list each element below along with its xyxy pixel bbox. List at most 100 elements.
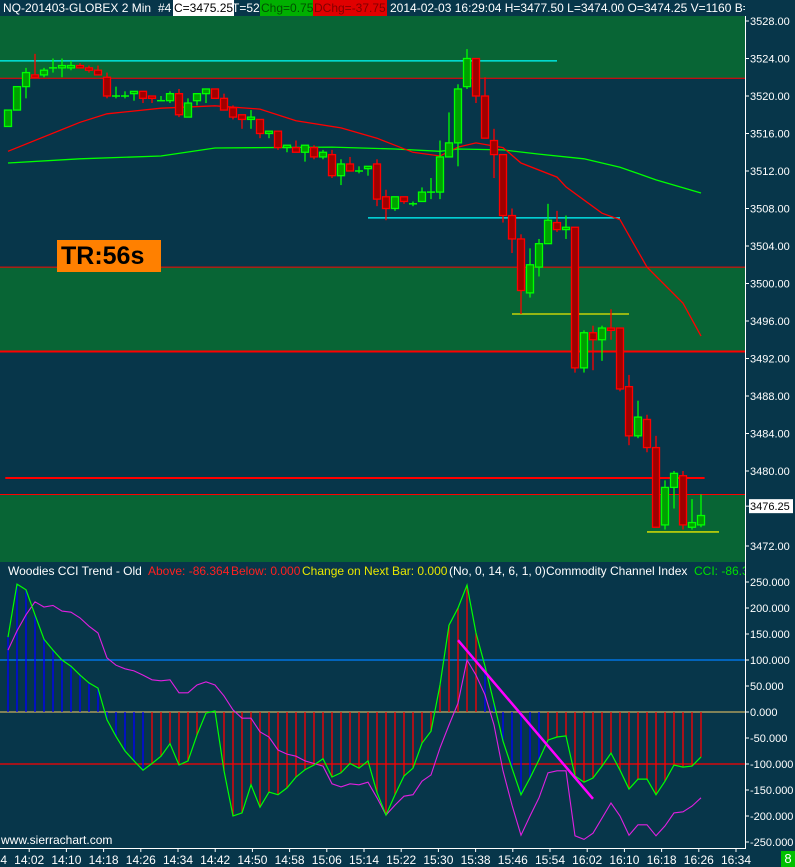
candle	[480, 77, 490, 139]
candle-body	[363, 165, 373, 170]
cci-tick-label: 150.000	[750, 629, 790, 641]
time-tick-label: 16:34	[721, 853, 751, 867]
time-axis: 13:54 14:02 14:10 14:18 14:26 14:34 14:42 14:50…	[0, 848, 751, 867]
candle-body	[570, 226, 580, 369]
chart-number: #4	[158, 1, 172, 15]
candle-body	[597, 327, 607, 341]
tcci-line	[7, 601, 702, 841]
price-tick-label: 3500.00	[750, 279, 790, 291]
time-tick-label: 16:10	[609, 853, 639, 867]
price-tick-label: 3472.00	[750, 541, 790, 553]
candle-body	[534, 243, 544, 268]
candle	[246, 110, 256, 129]
current-price-label: 3476.25	[750, 501, 790, 513]
candle	[678, 471, 688, 530]
candle-body	[282, 144, 292, 149]
candle-body	[453, 88, 463, 144]
cci-tick-label: 200.000	[750, 603, 790, 615]
price-pane	[0, 16, 745, 560]
cci-tick-label: -150.000	[750, 785, 793, 797]
candle-body	[75, 64, 85, 69]
candle-body	[399, 196, 409, 203]
candle-body	[165, 93, 175, 102]
price-tick-label: 3488.00	[750, 391, 790, 403]
candle	[561, 215, 571, 239]
price-tick-label: 3480.00	[750, 466, 790, 478]
price-tick-label: 3528.00	[750, 16, 790, 28]
candle-body	[39, 69, 49, 76]
close-value: C=3475.25	[173, 0, 235, 16]
candle-body	[543, 219, 553, 245]
candle	[489, 128, 499, 179]
candle-body	[678, 475, 688, 526]
daily-change-value: DChg=-37.75	[313, 0, 387, 16]
candle	[570, 226, 580, 373]
cci-below-value: Below: 0.000	[231, 564, 301, 578]
candle	[264, 130, 274, 139]
candle-body	[498, 153, 508, 217]
price-axis: 3528.00 3524.00 3520.00 3516.00 3512.00 3508.…	[745, 16, 793, 553]
candle	[157, 96, 165, 102]
candle	[444, 112, 454, 158]
candle-body	[219, 97, 229, 111]
candle-body	[309, 146, 319, 158]
cci-value: CCI: -86.364	[694, 564, 745, 578]
chart-number-badge[interactable]: 8	[781, 851, 795, 867]
candle-body	[12, 85, 22, 111]
candle-body	[138, 90, 148, 99]
candle-body	[237, 114, 247, 121]
candle-body	[624, 385, 634, 437]
time-tick-label: 14:10	[51, 853, 81, 867]
candle	[624, 374, 634, 446]
candle	[453, 84, 463, 167]
candle-body	[228, 107, 238, 118]
candle-body	[588, 332, 598, 341]
candle-body	[318, 151, 328, 158]
candle-body	[291, 146, 301, 153]
watermark: www.sierrachart.com	[1, 833, 113, 847]
candle	[201, 88, 211, 104]
candle	[435, 140, 445, 200]
price-tick-label: 3496.00	[750, 316, 790, 328]
candle	[345, 156, 355, 172]
candle-body	[93, 69, 103, 76]
candle	[282, 144, 292, 153]
candle-body	[372, 163, 382, 200]
candle	[409, 201, 417, 207]
candle	[427, 178, 435, 200]
time-tick-label: 16:26	[684, 853, 714, 867]
price-tick-label: 3492.00	[750, 354, 790, 366]
candle-body	[201, 88, 211, 95]
cci-pane	[0, 582, 745, 841]
time-tick-label: 15:14	[349, 853, 379, 867]
tick-count: T=52	[232, 1, 260, 15]
candle	[3, 109, 13, 128]
time-tick-label: 14:18	[89, 853, 119, 867]
chart-canvas[interactable]: 3528.00 3524.00 3520.00 3516.00 3512.00 3508.…	[0, 0, 795, 867]
candle	[399, 196, 409, 204]
candle	[498, 153, 508, 223]
candle	[129, 90, 139, 101]
time-tick-label: 15:54	[535, 853, 565, 867]
candle-body	[21, 71, 31, 88]
price-tick-label: 3508.00	[750, 204, 790, 216]
candle	[112, 86, 120, 99]
candle-body	[246, 116, 256, 121]
candle	[121, 91, 129, 99]
candle	[210, 88, 220, 99]
zone-band	[0, 494, 745, 560]
candle-body	[444, 142, 454, 158]
candle	[642, 414, 652, 453]
candle-body	[345, 163, 355, 172]
candle	[12, 85, 22, 111]
candle-body	[147, 95, 157, 99]
cci-tick-label: -50.000	[750, 733, 787, 745]
candle	[309, 145, 319, 160]
candle	[300, 144, 310, 162]
candle-body	[192, 93, 202, 102]
candle-body	[633, 416, 643, 437]
candle-body	[327, 153, 337, 177]
candle	[219, 93, 229, 111]
candle	[633, 400, 643, 439]
time-tick-label: 14:02	[14, 853, 44, 867]
